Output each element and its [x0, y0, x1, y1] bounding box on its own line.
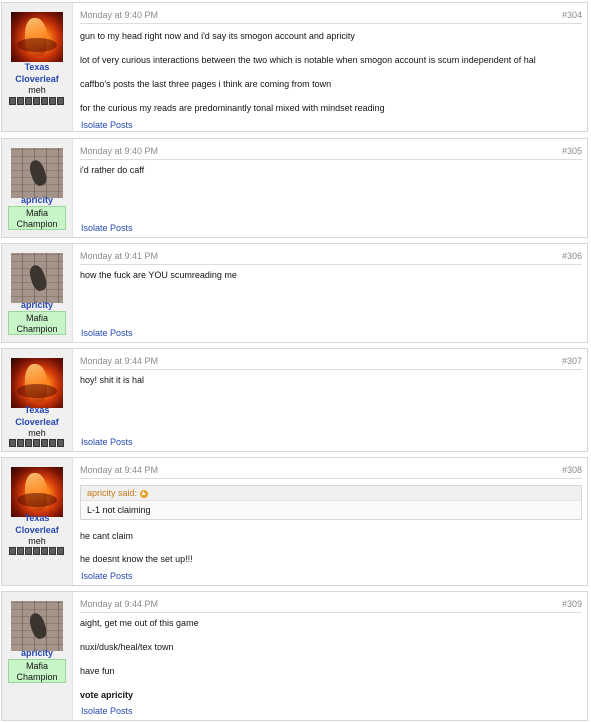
badge-line: Mafia [25, 661, 48, 671]
user-badge: Mafia Champion [8, 311, 66, 335]
post-305: apricity Mafia Champion Monday at 9:40 P… [1, 138, 588, 238]
post-text-line: he doesnt know the set up!!! [80, 554, 193, 564]
arrow-up-circle-icon[interactable]: ▲ [139, 489, 148, 498]
post-meta: Monday at 9:40 PM #304 [80, 10, 582, 22]
post-number[interactable]: #308 [562, 465, 582, 475]
post-timestamp[interactable]: Monday at 9:40 PM [80, 146, 158, 156]
post-number[interactable]: #309 [562, 599, 582, 609]
user-title: meh [28, 85, 46, 95]
post-304: Texas Cloverleaf meh Monday at 9:40 PM #3… [1, 2, 588, 132]
rank-stars [9, 439, 65, 447]
post-text-line: i'd rather do caff [80, 165, 145, 175]
post-307: Texas Cloverleaf meh Monday at 9:44 PM #3… [1, 348, 588, 452]
badge-line: Mafia [25, 313, 48, 323]
post-meta: Monday at 9:44 PM #307 [80, 356, 582, 368]
post-number[interactable]: #305 [562, 146, 582, 156]
user-panel: Texas Cloverleaf meh [2, 3, 73, 131]
username-link[interactable]: apricity [2, 647, 72, 659]
isolate-posts-link[interactable]: Isolate Posts [81, 120, 133, 130]
rank-stars [9, 97, 65, 105]
user-title: meh [28, 536, 46, 546]
post-309: apricity Mafia Champion Monday at 9:44 P… [1, 591, 588, 721]
isolate-posts-link[interactable]: Isolate Posts [81, 328, 133, 338]
post-meta: Monday at 9:44 PM #309 [80, 599, 582, 611]
divider [80, 369, 582, 370]
username-link[interactable]: Texas Cloverleaf [2, 61, 72, 85]
post-timestamp[interactable]: Monday at 9:44 PM [80, 356, 158, 366]
badge-line: Mafia [25, 208, 48, 218]
post-text-line: nuxi/dusk/heal/tex town [80, 642, 174, 652]
avatar[interactable] [11, 467, 63, 517]
isolate-posts-link[interactable]: Isolate Posts [81, 223, 133, 233]
post-text-line: how the fuck are YOU scumreading me [80, 270, 237, 280]
divider [80, 159, 582, 160]
divider [80, 478, 582, 479]
post-meta: Monday at 9:40 PM #305 [80, 146, 582, 158]
user-panel: apricity Mafia Champion [2, 244, 73, 342]
post-body: Monday at 9:40 PM #305 i'd rather do caf… [80, 139, 582, 237]
user-badge: Mafia Champion [8, 206, 66, 230]
username-link[interactable]: apricity [2, 299, 72, 311]
user-panel: apricity Mafia Champion [2, 139, 73, 237]
post-meta: Monday at 9:41 PM #306 [80, 251, 582, 263]
post-306: apricity Mafia Champion Monday at 9:41 P… [1, 243, 588, 343]
quote-block: apricity said: ▲ L-1 not claiming [80, 485, 582, 520]
rank-stars [9, 547, 65, 555]
user-panel: Texas Cloverleaf meh [2, 349, 73, 451]
post-text-line: have fun [80, 666, 115, 676]
post-meta: Monday at 9:44 PM #308 [80, 465, 582, 477]
isolate-posts-link[interactable]: Isolate Posts [81, 706, 133, 716]
post-body: Monday at 9:44 PM #308 apricity said: ▲ … [80, 458, 582, 585]
badge-line: Champion [16, 219, 58, 229]
badge-line: Champion [16, 324, 58, 334]
post-body: Monday at 9:41 PM #306 how the fuck are … [80, 244, 582, 342]
post-text-line: caffbo's posts the last three pages i th… [80, 79, 332, 89]
avatar[interactable] [11, 601, 63, 651]
divider [80, 612, 582, 613]
post-body: Monday at 9:44 PM #309 aight, get me out… [80, 592, 582, 720]
user-title: meh [28, 428, 46, 438]
quote-text: L-1 not claiming [87, 505, 151, 515]
post-text-line: for the curious my reads are predominant… [80, 103, 385, 113]
post-number[interactable]: #306 [562, 251, 582, 261]
avatar[interactable] [11, 12, 63, 62]
quote-header[interactable]: apricity said: ▲ [81, 486, 581, 501]
user-panel: apricity Mafia Champion [2, 592, 73, 720]
post-timestamp[interactable]: Monday at 9:41 PM [80, 251, 158, 261]
avatar[interactable] [11, 148, 63, 198]
user-badge: Mafia Champion [8, 659, 66, 683]
post-number[interactable]: #304 [562, 10, 582, 20]
post-body: Monday at 9:40 PM #304 gun to my head ri… [80, 3, 582, 131]
avatar[interactable] [11, 358, 63, 408]
post-text-line: he cant claim [80, 531, 134, 541]
post-timestamp[interactable]: Monday at 9:44 PM [80, 465, 158, 475]
divider [80, 264, 582, 265]
post-text-line: aight, get me out of this game [80, 618, 199, 628]
username-link[interactable]: Texas Cloverleaf [2, 512, 72, 536]
divider [80, 23, 582, 24]
post-timestamp[interactable]: Monday at 9:40 PM [80, 10, 158, 20]
quote-author[interactable]: apricity said: [87, 488, 137, 498]
vote-text: vote apricity [80, 690, 134, 700]
isolate-posts-link[interactable]: Isolate Posts [81, 437, 133, 447]
post-text-line: hoy! shit it is hal [80, 375, 145, 385]
post-text-line: gun to my head right now and i'd say its… [80, 31, 355, 41]
badge-line: Champion [16, 672, 58, 682]
user-panel: Texas Cloverleaf meh [2, 458, 73, 585]
avatar[interactable] [11, 253, 63, 303]
post-text-line: lot of very curious interactions between… [80, 55, 536, 65]
username-link[interactable]: Texas Cloverleaf [2, 404, 72, 428]
post-body: Monday at 9:44 PM #307 hoy! shit it is h… [80, 349, 582, 451]
username-link[interactable]: apricity [2, 194, 72, 206]
isolate-posts-link[interactable]: Isolate Posts [81, 571, 133, 581]
post-timestamp[interactable]: Monday at 9:44 PM [80, 599, 158, 609]
post-308: Texas Cloverleaf meh Monday at 9:44 PM #3… [1, 457, 588, 586]
post-number[interactable]: #307 [562, 356, 582, 366]
